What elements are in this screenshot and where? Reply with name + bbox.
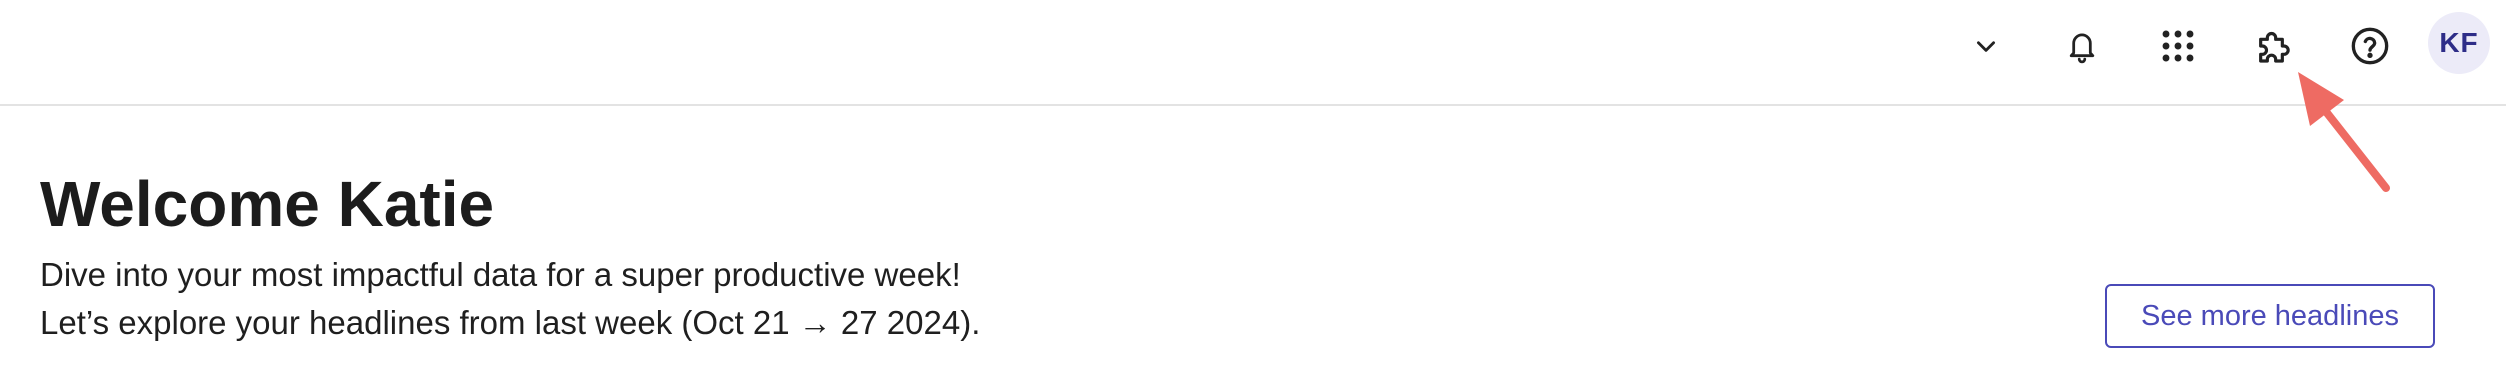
- avatar[interactable]: KF: [2428, 12, 2490, 74]
- top-bar: KF: [0, 0, 2506, 106]
- welcome-subtitle-line-1: Dive into your most impactful data for a…: [40, 256, 961, 293]
- bell-icon[interactable]: [2054, 18, 2110, 74]
- apps-grid-icon[interactable]: [2150, 18, 2206, 74]
- chevron-down-icon[interactable]: [1958, 18, 2014, 74]
- help-icon[interactable]: [2342, 18, 2398, 74]
- see-more-headlines-button[interactable]: See more headlines: [2105, 284, 2435, 348]
- puzzle-icon[interactable]: [2246, 18, 2302, 74]
- page-title: Welcome Katie: [40, 168, 495, 240]
- page: KF Welcome Katie Dive into your most imp…: [0, 0, 2506, 376]
- welcome-subtitle-line-2: Let’s explore your headlines from last w…: [40, 304, 981, 341]
- avatar-initials: KF: [2439, 27, 2479, 58]
